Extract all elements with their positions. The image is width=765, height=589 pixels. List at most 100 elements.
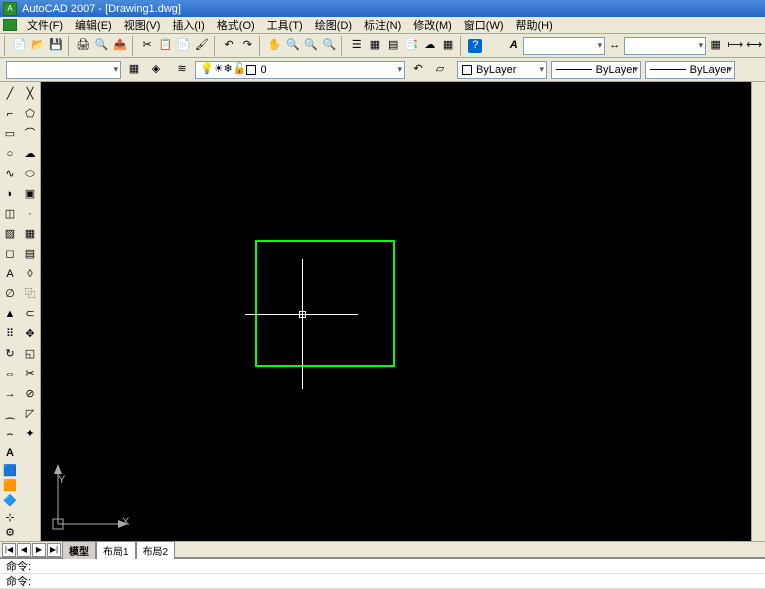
gradient-tool[interactable]: ▦ [21, 225, 39, 243]
chamfer-tool[interactable]: ◸ [21, 405, 39, 423]
insert-block-tool[interactable]: ▣ [21, 185, 39, 203]
mtext-tool-2[interactable]: A [1, 447, 19, 460]
copy-button[interactable]: 📋 [157, 37, 174, 55]
dim-linear-button[interactable]: ⟼ [726, 37, 744, 55]
rotate-tool[interactable]: ↻ [1, 345, 19, 363]
plot-preview-button[interactable]: 🔍 [93, 37, 110, 55]
layer-match-button[interactable]: ▱ [431, 61, 449, 79]
region-tool[interactable]: ◻ [1, 245, 19, 263]
render-tool[interactable]: 🟦 [1, 465, 19, 478]
new-button[interactable]: 📄 [11, 37, 28, 55]
tab-nav-prev[interactable]: ◀ [17, 543, 31, 557]
open-button[interactable]: 📂 [29, 37, 46, 55]
trim-tool[interactable]: ✂ [21, 365, 39, 383]
layer-dropdown[interactable]: 💡☀❄🔓 0 [195, 61, 405, 79]
dim-style-dropdown[interactable] [624, 37, 706, 55]
rectangle-tool[interactable]: ▭ [1, 125, 19, 143]
cut-button[interactable]: ✂ [138, 37, 155, 55]
extend-tool[interactable]: → [1, 385, 19, 403]
color-dropdown[interactable]: ByLayer [457, 61, 547, 79]
tab-layout1[interactable]: 布局1 [96, 541, 136, 559]
dim-more-button[interactable]: ⟷ [745, 37, 763, 55]
spline-tool[interactable]: ∿ [1, 165, 19, 183]
vertical-scrollbar[interactable] [751, 82, 765, 541]
help-button[interactable]: ? [467, 37, 484, 55]
table-tool[interactable]: ▤ [21, 245, 39, 263]
drawing-canvas[interactable]: Y X [41, 82, 765, 541]
dim-style-button[interactable]: ↔ [606, 37, 623, 55]
line-tool[interactable]: ╱ [1, 85, 19, 103]
command-input-line[interactable]: 命令: [0, 574, 765, 589]
layer-filter-dropdown[interactable] [6, 61, 121, 79]
properties-button[interactable]: ☰ [348, 37, 365, 55]
menu-modify[interactable]: 修改(M) [407, 17, 458, 33]
tab-nav-last[interactable]: ▶| [47, 543, 61, 557]
menu-window[interactable]: 窗口(W) [458, 17, 510, 33]
tab-nav-first[interactable]: |◀ [2, 543, 16, 557]
redo-button[interactable]: ↷ [239, 37, 256, 55]
make-block-tool[interactable]: ◫ [1, 205, 19, 223]
print-button[interactable]: 🖨 [75, 37, 92, 55]
menu-format[interactable]: 格式(O) [211, 17, 261, 33]
explode-tool[interactable]: ✦ [21, 425, 39, 443]
circle-tool[interactable]: ○ [1, 145, 19, 163]
tab-model[interactable]: 模型 [62, 541, 96, 559]
menu-insert[interactable]: 插入(I) [166, 17, 210, 33]
join-tool[interactable]: ⁔ [1, 405, 19, 423]
paste-button[interactable]: 📄 [175, 37, 192, 55]
text-style-dropdown[interactable] [523, 37, 605, 55]
linetype-dropdown[interactable]: ByLayer [551, 61, 641, 79]
ellipse-tool[interactable]: ⬭ [21, 165, 39, 183]
design-center-button[interactable]: ▦ [366, 37, 383, 55]
tab-nav-next[interactable]: ▶ [32, 543, 46, 557]
menu-draw[interactable]: 绘图(D) [309, 17, 358, 33]
hatch-tool[interactable]: ▨ [1, 225, 19, 243]
ellipse-arc-tool[interactable]: ◗ [1, 185, 19, 203]
sheet-set-button[interactable]: 📑 [403, 37, 420, 55]
copy-obj-tool[interactable]: ⿻ [21, 285, 39, 303]
publish-button[interactable]: 📤 [111, 37, 128, 55]
tool-palettes-button[interactable]: ▤ [385, 37, 402, 55]
undo-button[interactable]: ↶ [220, 37, 237, 55]
menu-view[interactable]: 视图(V) [118, 17, 167, 33]
layer-props-button[interactable]: ▦ [125, 61, 143, 79]
erase-tool[interactable]: ∅ [1, 285, 19, 303]
move-tool[interactable]: ✥ [21, 325, 39, 343]
fillet-tool[interactable]: ⌢ [1, 425, 19, 443]
text-style-button[interactable]: A [505, 37, 522, 55]
match-button[interactable]: 🖌 [193, 37, 210, 55]
calc-button[interactable]: ▦ [439, 37, 456, 55]
arc-tool[interactable]: ⌒ [21, 125, 39, 143]
3d-nav-tool[interactable]: 🔷 [1, 495, 19, 508]
scale-tool[interactable]: ◱ [21, 345, 39, 363]
menu-help[interactable]: 帮助(H) [510, 17, 559, 33]
revcloud-tool[interactable]: ☁ [21, 145, 39, 163]
visual-style-tool[interactable]: 🟧 [1, 480, 19, 493]
lineweight-dropdown[interactable]: ByLayer [645, 61, 735, 79]
markup-button[interactable]: ☁ [421, 37, 438, 55]
zoom-window-button[interactable]: 🔍 [303, 37, 320, 55]
offset-tool[interactable]: ⊂ [21, 305, 39, 323]
menu-dim[interactable]: 标注(N) [358, 17, 407, 33]
point-tool[interactable]: · [21, 205, 39, 223]
layer-prev-button[interactable]: ↶ [409, 61, 427, 79]
array-tool[interactable]: ⠿ [1, 325, 19, 343]
menu-file[interactable]: 文件(F) [21, 17, 69, 33]
zoom-rt-button[interactable]: 🔍 [284, 37, 301, 55]
break-tool[interactable]: ⊘ [21, 385, 39, 403]
layer-states-button[interactable]: ◈ [147, 61, 165, 79]
save-button[interactable]: 💾 [47, 37, 64, 55]
mirror-tool[interactable]: ▲ [1, 305, 19, 323]
layer-manager-button[interactable]: ≋ [173, 61, 191, 79]
tab-layout2[interactable]: 布局2 [136, 541, 176, 559]
toolbar-grip[interactable] [4, 36, 8, 56]
menu-edit[interactable]: 编辑(E) [69, 17, 118, 33]
wipeout-tool[interactable]: ◊ [21, 265, 39, 283]
mtext-tool[interactable]: A [1, 265, 19, 283]
table-style-button[interactable]: ▦ [707, 37, 724, 55]
pline-tool[interactable]: ⌐ [1, 105, 19, 123]
ucs-tool[interactable]: ⊹ [1, 512, 19, 525]
light-tool[interactable]: ⚙ [1, 527, 19, 540]
zoom-prev-button[interactable]: 🔍 [321, 37, 338, 55]
stretch-tool[interactable]: ⇔ [1, 365, 19, 383]
